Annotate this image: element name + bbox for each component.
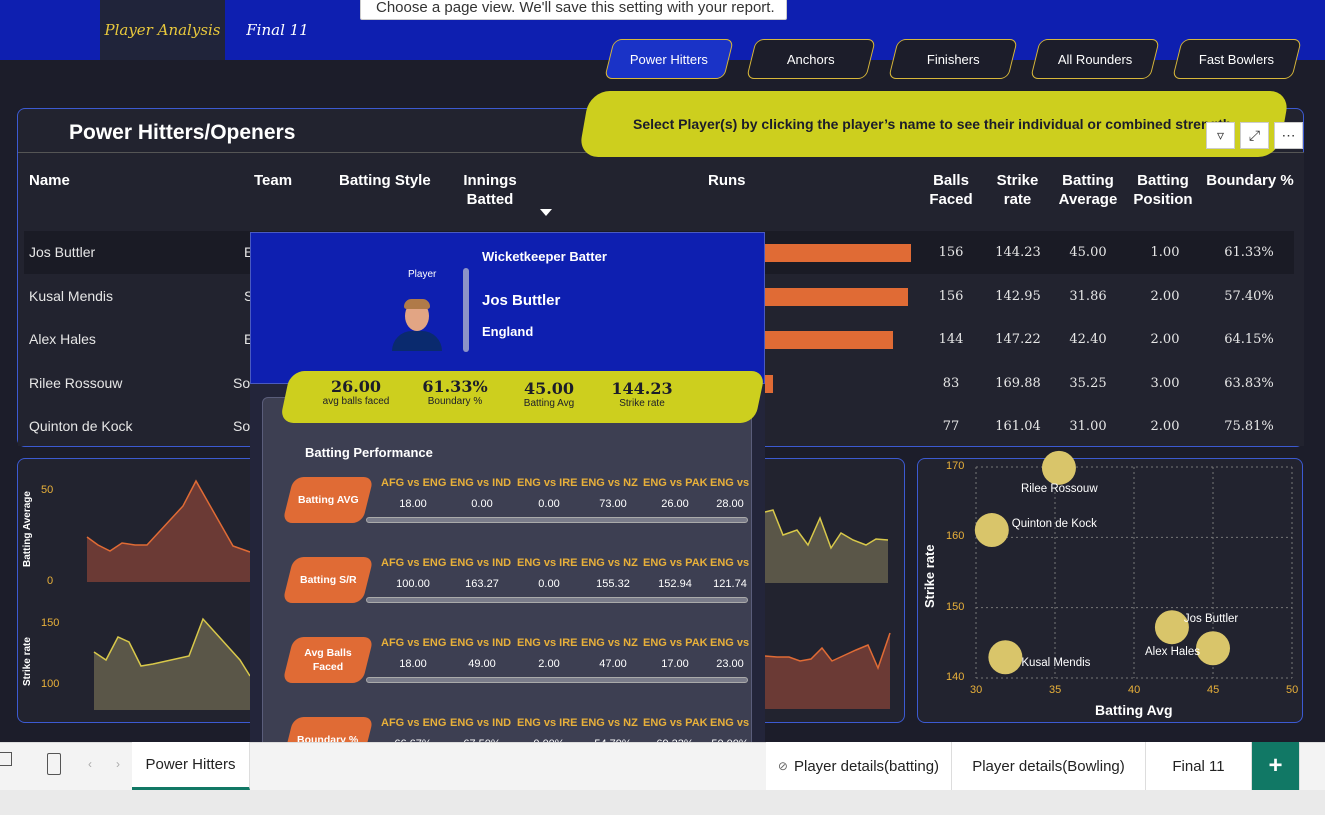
- scatter-point-label: Alex Hales: [1145, 646, 1200, 659]
- tab-next-icon[interactable]: ›: [116, 757, 120, 771]
- match-header: AFG vs ENG: [381, 557, 447, 569]
- match-value: 155.32: [596, 578, 630, 590]
- match-header: AFG vs ENG: [381, 477, 447, 489]
- scatter-point: [1041, 450, 1076, 485]
- metric-tag-label: Batting AVG: [297, 494, 359, 506]
- match-header: ENG vs NZ: [581, 477, 638, 489]
- match-header: ENG vs NZ: [581, 557, 638, 569]
- kpi-boundary: 61.33% Boundary %: [422, 377, 488, 407]
- metric-tag-label: Avg Balls Faced: [304, 647, 352, 673]
- metric-tag: Batting AVG: [282, 477, 374, 523]
- match-header: ENG vs IRE: [517, 477, 578, 489]
- horizontal-scrollbar[interactable]: [366, 517, 748, 523]
- scatter-point: [1196, 631, 1230, 666]
- player-name: Jos Buttler: [482, 292, 561, 309]
- page-tab-final-11[interactable]: Final 11: [1146, 742, 1252, 790]
- match-value: 26.00: [661, 498, 689, 510]
- scatter-point-label: Jos Buttler: [1183, 613, 1239, 626]
- match-header: ENG vs IRE: [517, 717, 578, 729]
- scatter-y-tick: 150: [946, 600, 965, 613]
- match-value: 0.00: [538, 498, 560, 510]
- player-scroll-handle[interactable]: [463, 268, 469, 352]
- match-header: ENG vs: [710, 477, 750, 489]
- kpi-strike-rate: 144.23 Strike rate: [611, 379, 673, 409]
- add-page-button[interactable]: +: [1252, 742, 1300, 790]
- player-label: Player: [408, 269, 437, 280]
- match-header: ENG vs PAK: [643, 557, 708, 569]
- match-value: 73.00: [599, 498, 627, 510]
- match-header: ENG vs IRE: [517, 557, 578, 569]
- scatter-point-label: Quinton de Kock: [1011, 518, 1097, 531]
- match-value: 23.00: [716, 658, 744, 670]
- match-header: ENG vs IND: [450, 557, 512, 569]
- match-value: 100.00: [396, 578, 430, 590]
- scatter-point-label: Kusal Mendis: [1021, 657, 1091, 670]
- scatter-point: [988, 640, 1023, 675]
- match-header: ENG vs IND: [450, 477, 512, 489]
- player-role: Wicketkeeper Batter: [482, 249, 607, 264]
- scatter-y-axis-title: Strike rate: [922, 544, 937, 608]
- scatter-point: [974, 513, 1009, 548]
- scatter-x-tick: 40: [1128, 684, 1141, 696]
- match-header: ENG vs: [710, 637, 750, 649]
- match-value: 163.27: [465, 578, 499, 590]
- scatter-y-tick: 140: [946, 671, 965, 683]
- horizontal-scrollbar[interactable]: [366, 677, 748, 683]
- batting-performance-title: Batting Performance: [305, 445, 433, 460]
- scatter-x-tick: 50: [1286, 684, 1299, 696]
- match-value: 0.00: [538, 578, 560, 590]
- player-photo-avatar: [392, 297, 442, 351]
- match-value: 2.00: [538, 658, 560, 670]
- match-header: ENG vs PAK: [643, 637, 708, 649]
- match-value: 49.00: [468, 658, 496, 670]
- match-header: AFG vs ENG: [381, 637, 447, 649]
- match-header: ENG vs NZ: [581, 637, 638, 649]
- scatter-x-tick: 45: [1207, 684, 1220, 696]
- scatter-x-tick: 35: [1049, 684, 1062, 696]
- player-country: England: [482, 324, 534, 339]
- mobile-view-icon[interactable]: [47, 753, 61, 775]
- page-tab-power-hitters[interactable]: Power Hitters: [132, 742, 250, 790]
- scatter-y-tick: 160: [946, 530, 965, 543]
- page-tab-player-details-bowling[interactable]: Player details(Bowling): [952, 742, 1146, 790]
- match-value: 152.94: [658, 578, 692, 590]
- status-strip: [0, 790, 1325, 815]
- match-header: ENG vs: [710, 557, 750, 569]
- match-header: ENG vs IND: [450, 637, 512, 649]
- scatter-x-axis-title: Batting Avg: [1095, 702, 1173, 718]
- horizontal-scrollbar[interactable]: [366, 597, 748, 603]
- desktop-view-icon[interactable]: [0, 752, 12, 766]
- match-header: ENG vs IRE: [517, 637, 578, 649]
- scatter-x-tick: 30: [970, 684, 983, 696]
- match-header: ENG vs NZ: [581, 717, 638, 729]
- scatter-point-label: Rilee Rossouw: [1020, 482, 1098, 495]
- match-header: ENG vs IND: [450, 717, 512, 729]
- metric-tag-label: Batting S/R: [299, 574, 357, 586]
- scatter-y-tick: 170: [946, 460, 965, 472]
- match-header: ENG vs PAK: [643, 477, 708, 489]
- match-value: 28.00: [716, 498, 744, 510]
- match-header: ENG vs PAK: [643, 717, 708, 729]
- match-value: 18.00: [399, 498, 427, 510]
- metric-tag: Avg Balls Faced: [282, 637, 374, 683]
- page-tab-player-details-batting[interactable]: ⊘ Player details(batting): [766, 742, 952, 790]
- kpi-batting-avg: 45.00 Batting Avg: [523, 379, 575, 409]
- match-value: 0.00: [471, 498, 493, 510]
- kpi-avg-balls: 26.00 avg balls faced: [322, 377, 390, 407]
- match-header: AFG vs ENG: [381, 717, 447, 729]
- match-header: ENG vs: [710, 717, 750, 729]
- hidden-page-icon: ⊘: [777, 759, 788, 773]
- metric-tag: Batting S/R: [282, 557, 374, 603]
- match-value: 17.00: [661, 658, 689, 670]
- tab-prev-icon[interactable]: ‹: [88, 757, 92, 771]
- match-value: 121.74: [713, 578, 747, 590]
- match-value: 18.00: [399, 658, 427, 670]
- match-value: 47.00: [599, 658, 627, 670]
